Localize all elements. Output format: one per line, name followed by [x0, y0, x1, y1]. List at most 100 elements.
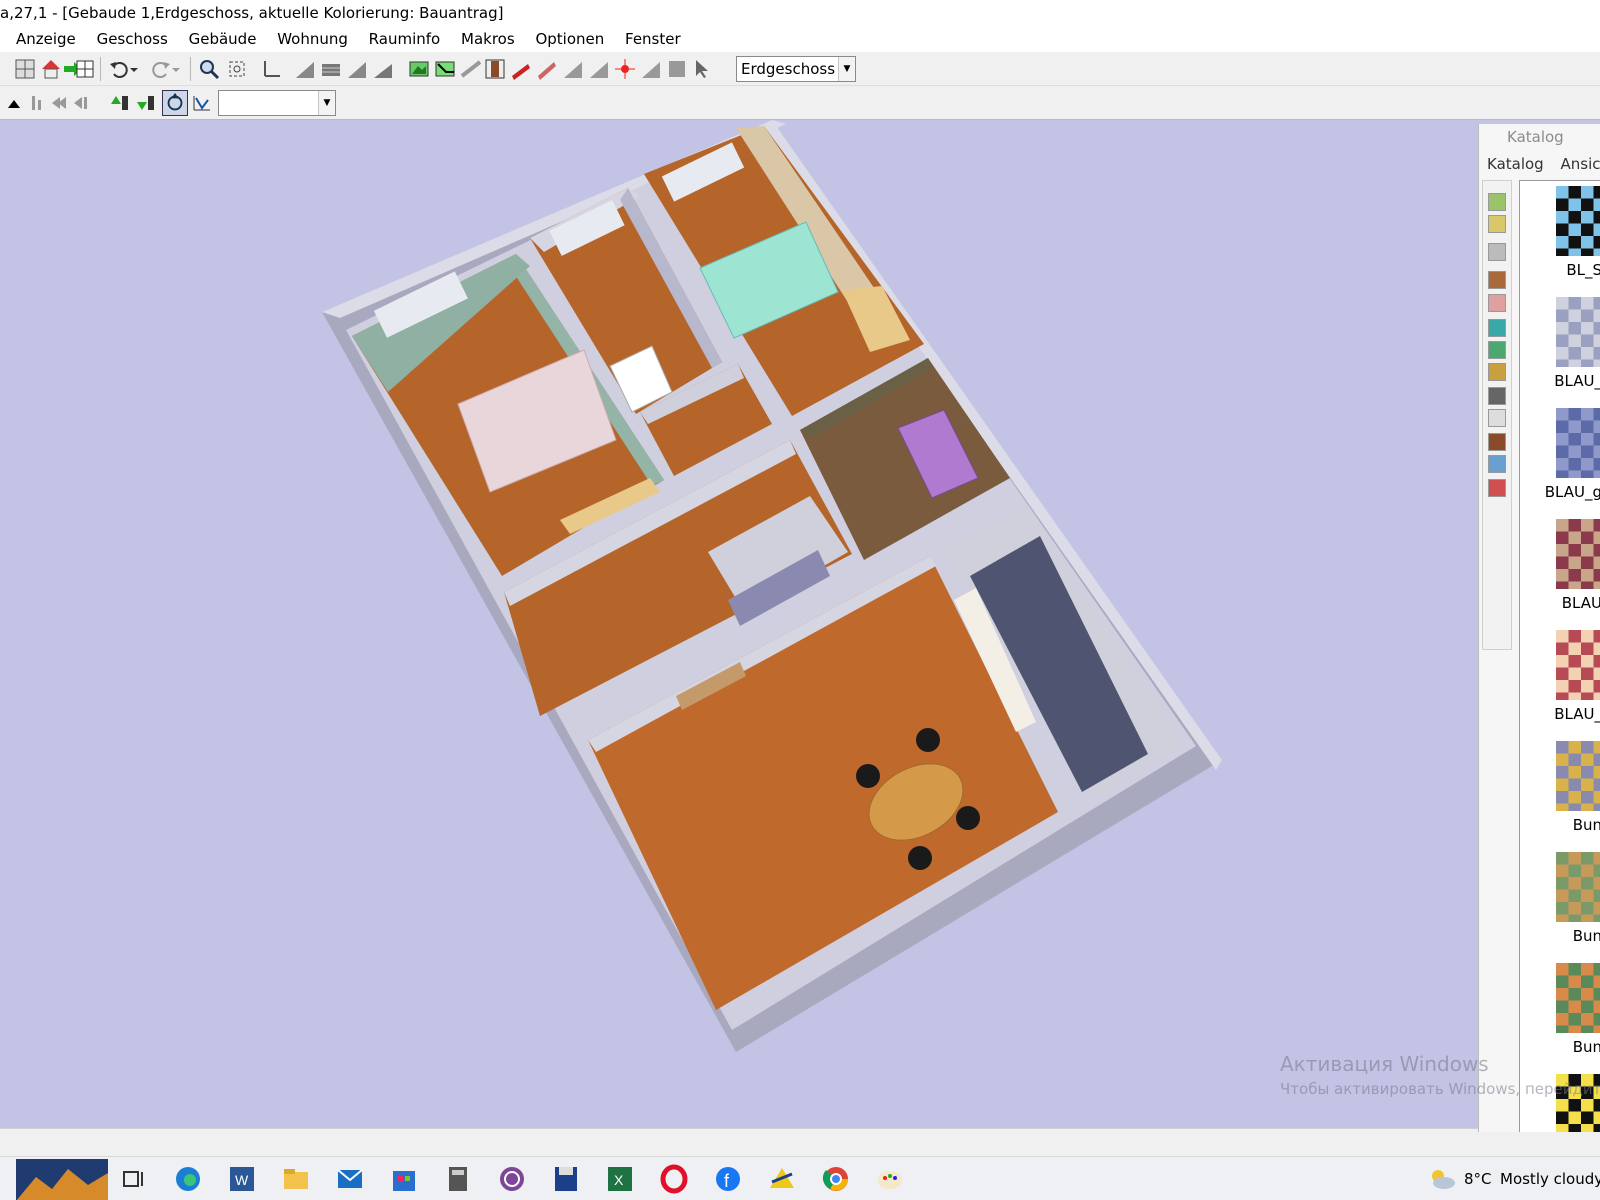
menu-wohnung[interactable]: Wohnung — [277, 26, 348, 52]
catalog-item-label: Bun — [1572, 927, 1600, 945]
measure-icon[interactable] — [192, 92, 214, 114]
secondary-select[interactable]: ▼ — [218, 90, 336, 116]
stair-icon-2[interactable] — [346, 58, 368, 80]
zoom-fit-icon[interactable] — [226, 58, 248, 80]
svg-text:X: X — [614, 1172, 624, 1188]
menu-anzeige[interactable]: Anzeige — [16, 26, 76, 52]
floor-select[interactable]: Erdgeschoss ▼ — [736, 56, 856, 82]
paint-icon[interactable] — [874, 1164, 906, 1194]
menu-fenster[interactable]: Fenster — [625, 26, 681, 52]
catalog-item[interactable]: Bun — [1520, 736, 1600, 847]
catalog-item[interactable]: BLAU_ — [1520, 292, 1600, 403]
stair-icon-4[interactable] — [562, 58, 584, 80]
catalog-menu-ansicht[interactable]: Ansicht — [1561, 155, 1600, 173]
undo-dropdown-icon[interactable] — [128, 58, 140, 80]
calculator-icon[interactable] — [442, 1164, 474, 1194]
category-icon-9[interactable] — [1488, 387, 1506, 405]
house-icon[interactable] — [40, 58, 62, 80]
undo-icon[interactable] — [108, 58, 130, 80]
menu-optionen[interactable]: Optionen — [535, 26, 604, 52]
stair-icon-1[interactable] — [294, 58, 316, 80]
step-icon-2[interactable] — [48, 92, 70, 114]
category-icon-7[interactable] — [1488, 341, 1506, 359]
widgets-icon[interactable] — [16, 1159, 108, 1200]
catalog-item[interactable]: BL_S — [1520, 181, 1600, 292]
3d-viewport[interactable] — [0, 120, 1478, 1128]
zoom-icon[interactable] — [198, 58, 220, 80]
hatch-icon[interactable] — [320, 58, 342, 80]
pointer-icon[interactable] — [692, 58, 714, 80]
stair-icon-6[interactable] — [640, 58, 662, 80]
block-icon[interactable] — [666, 58, 688, 80]
step-icon-1[interactable] — [26, 92, 48, 114]
word-icon[interactable]: W — [226, 1164, 258, 1194]
rotate-view-icon[interactable] — [162, 90, 188, 116]
slope-icon[interactable] — [434, 58, 456, 80]
axis-icon[interactable] — [260, 58, 282, 80]
filter-icon[interactable] — [1488, 243, 1506, 261]
menu-gebaeude[interactable]: Gebäude — [189, 26, 257, 52]
taskbar: W X f 8°C Mostly cloudy — [0, 1156, 1600, 1200]
mail-icon[interactable] — [334, 1164, 366, 1194]
grid-view-icon[interactable] — [74, 58, 96, 80]
floor-plan-3d[interactable] — [0, 120, 1478, 1128]
chevron-down-icon[interactable]: ▼ — [838, 57, 855, 81]
floor-up-icon[interactable] — [110, 92, 132, 114]
main-toolbar: Erdgeschoss ▼ — [0, 52, 1600, 86]
store-icon[interactable] — [388, 1164, 420, 1194]
category-icon-4[interactable] — [1488, 271, 1506, 289]
catalog-item[interactable] — [1520, 1069, 1600, 1132]
stair-icon-5[interactable] — [588, 58, 610, 80]
menu-bar: Anzeige Geschoss Gebäude Wohnung Rauminf… — [0, 26, 1600, 52]
chevron-down-icon[interactable]: ▼ — [318, 91, 335, 115]
arcon-icon[interactable] — [766, 1164, 798, 1194]
category-icon-8[interactable] — [1488, 363, 1506, 381]
redo-icon[interactable] — [150, 58, 172, 80]
category-icon-10[interactable] — [1488, 409, 1506, 427]
floppy-icon[interactable] — [550, 1164, 582, 1194]
nav-arrows-icon[interactable] — [4, 92, 26, 114]
edge-icon[interactable] — [172, 1164, 204, 1194]
catalog-menu-katalog[interactable]: Katalog — [1487, 155, 1544, 173]
step-icon-3[interactable] — [70, 92, 92, 114]
wall-hatch-icon[interactable] — [460, 58, 482, 80]
opera-icon[interactable] — [658, 1164, 690, 1194]
catalog-category-bar — [1482, 180, 1512, 650]
catalog-title: Katalog — [1507, 128, 1564, 146]
menu-rauminfo[interactable]: Rauminfo — [369, 26, 441, 52]
catalog-panel: Katalog Katalog Ansicht BL_S BLAU_ BLAU_… — [1478, 124, 1600, 1132]
menu-makros[interactable]: Makros — [461, 26, 515, 52]
redo-dropdown-icon[interactable] — [170, 58, 182, 80]
door-icon[interactable] — [484, 58, 506, 80]
catalog-item[interactable]: Bun — [1520, 958, 1600, 1069]
tor-icon[interactable] — [496, 1164, 528, 1194]
category-icon-1[interactable] — [1488, 193, 1506, 211]
category-icon-6[interactable] — [1488, 319, 1506, 337]
weather-widget[interactable]: 8°C Mostly cloudy — [1428, 1167, 1600, 1193]
category-icon-12[interactable] — [1488, 455, 1506, 473]
red-beam-icon[interactable] — [510, 58, 532, 80]
layout-icon[interactable] — [14, 58, 36, 80]
file-explorer-icon[interactable] — [280, 1164, 312, 1194]
category-icon-2[interactable] — [1488, 215, 1506, 233]
catalog-item[interactable]: BLAU_ — [1520, 625, 1600, 736]
swatch — [1556, 519, 1600, 589]
catalog-item[interactable]: BLAU — [1520, 514, 1600, 625]
terrain-icon[interactable] — [408, 58, 430, 80]
floor-down-icon[interactable] — [136, 92, 158, 114]
roof-icon[interactable] — [536, 58, 558, 80]
menu-geschoss[interactable]: Geschoss — [97, 26, 168, 52]
category-icon-13[interactable] — [1488, 479, 1506, 497]
facebook-icon[interactable]: f — [712, 1164, 744, 1194]
catalog-item[interactable]: BLAU_g — [1520, 403, 1600, 514]
excel-icon[interactable]: X — [604, 1164, 636, 1194]
category-icon-5[interactable] — [1488, 294, 1506, 312]
chrome-icon[interactable] — [820, 1164, 852, 1194]
catalog-item[interactable]: Bun — [1520, 847, 1600, 958]
task-view-icon[interactable] — [118, 1164, 150, 1194]
chair — [908, 846, 932, 870]
stair-icon-3[interactable] — [372, 58, 394, 80]
activation-watermark-title: Активация Windows — [1280, 1052, 1489, 1076]
light-icon[interactable] — [614, 58, 636, 80]
category-icon-11[interactable] — [1488, 433, 1506, 451]
